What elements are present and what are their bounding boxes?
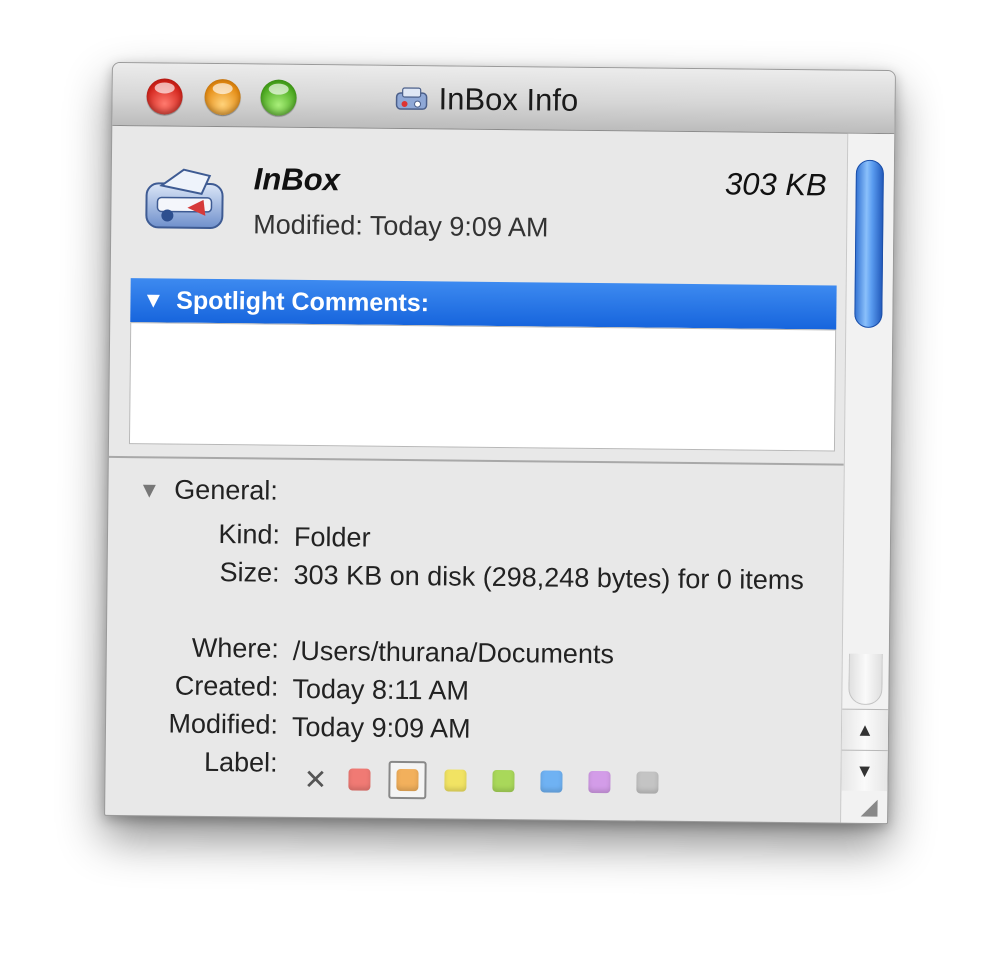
- kind-value: Folder: [293, 521, 371, 553]
- info-content: InBox 303 KB Modified: Today 9:09 AM ▼ S…: [105, 126, 847, 823]
- item-size: 303 KB: [724, 166, 827, 203]
- where-label: Where:: [191, 632, 279, 664]
- label-swatch-green[interactable]: [492, 769, 515, 793]
- label-swatch-selected[interactable]: [388, 760, 427, 800]
- size-label: Size:: [219, 557, 280, 588]
- disclosure-triangle-icon[interactable]: ▼: [138, 477, 160, 503]
- arrow-down-icon: ▼: [855, 760, 874, 781]
- inbox-title-icon: [395, 87, 428, 110]
- section-divider: [108, 455, 844, 466]
- size-value: 303 KB on disk (298,248 bytes) for 0 ite…: [293, 559, 805, 596]
- window-title: InBox Info: [438, 81, 579, 118]
- minimize-button[interactable]: [204, 78, 241, 116]
- label-swatch-orange[interactable]: [396, 768, 419, 792]
- label-swatch-red[interactable]: [348, 768, 371, 791]
- kind-row: Kind: Folder: [108, 518, 828, 553]
- label-swatch-yellow[interactable]: [444, 769, 467, 792]
- general-section-header[interactable]: ▼ General:: [138, 474, 278, 506]
- zoom-button[interactable]: [260, 79, 297, 116]
- scroll-up-button[interactable]: ▲: [841, 708, 889, 751]
- scrollbar-track-end: [848, 653, 883, 706]
- general-label: General:: [174, 474, 278, 506]
- spotlight-comments-header[interactable]: ▼ Spotlight Comments:: [130, 278, 837, 330]
- where-value: /Users/thurana/Documents: [292, 635, 615, 670]
- x-icon[interactable]: ✕: [295, 762, 335, 795]
- label-picker: ✕: [295, 760, 671, 802]
- label-swatch-purple[interactable]: [588, 770, 611, 794]
- close-button[interactable]: [146, 78, 183, 115]
- title-group: InBox Info: [394, 81, 579, 118]
- disclosure-triangle-icon[interactable]: ▼: [142, 287, 164, 313]
- title-bar[interactable]: InBox Info: [112, 62, 895, 135]
- resize-grip-icon[interactable]: ◢: [857, 794, 881, 819]
- created-value: Today 8:11 AM: [292, 673, 470, 706]
- modified-label: Modified:: [168, 708, 279, 740]
- color-label-label: Label:: [203, 746, 278, 778]
- label-swatch-gray[interactable]: [636, 771, 659, 794]
- vertical-scrollbar[interactable]: ▲ ▼ ◢: [840, 133, 895, 824]
- label-swatch-blue[interactable]: [540, 770, 563, 793]
- item-header: InBox 303 KB Modified: Today 9:09 AM: [111, 126, 847, 274]
- where-row: Where: /Users/thurana/Documents: [107, 632, 827, 669]
- scroll-down-button[interactable]: ▼: [841, 749, 888, 792]
- info-window: InBox Info InBox 303 KB Modified: Today: [104, 61, 896, 825]
- spotlight-comments-label: Spotlight Comments:: [176, 286, 430, 317]
- created-label: Created:: [174, 670, 279, 702]
- item-name: InBox: [253, 161, 341, 198]
- inbox-folder-icon: [145, 168, 224, 229]
- scrollbar-thumb[interactable]: [854, 159, 884, 328]
- arrow-up-icon: ▲: [855, 719, 875, 740]
- modified-value: Today 9:09 AM: [291, 711, 471, 744]
- spotlight-comments-field[interactable]: [128, 322, 837, 452]
- kind-label: Kind:: [218, 519, 281, 550]
- item-modified: Modified: Today 9:09 AM: [253, 209, 549, 243]
